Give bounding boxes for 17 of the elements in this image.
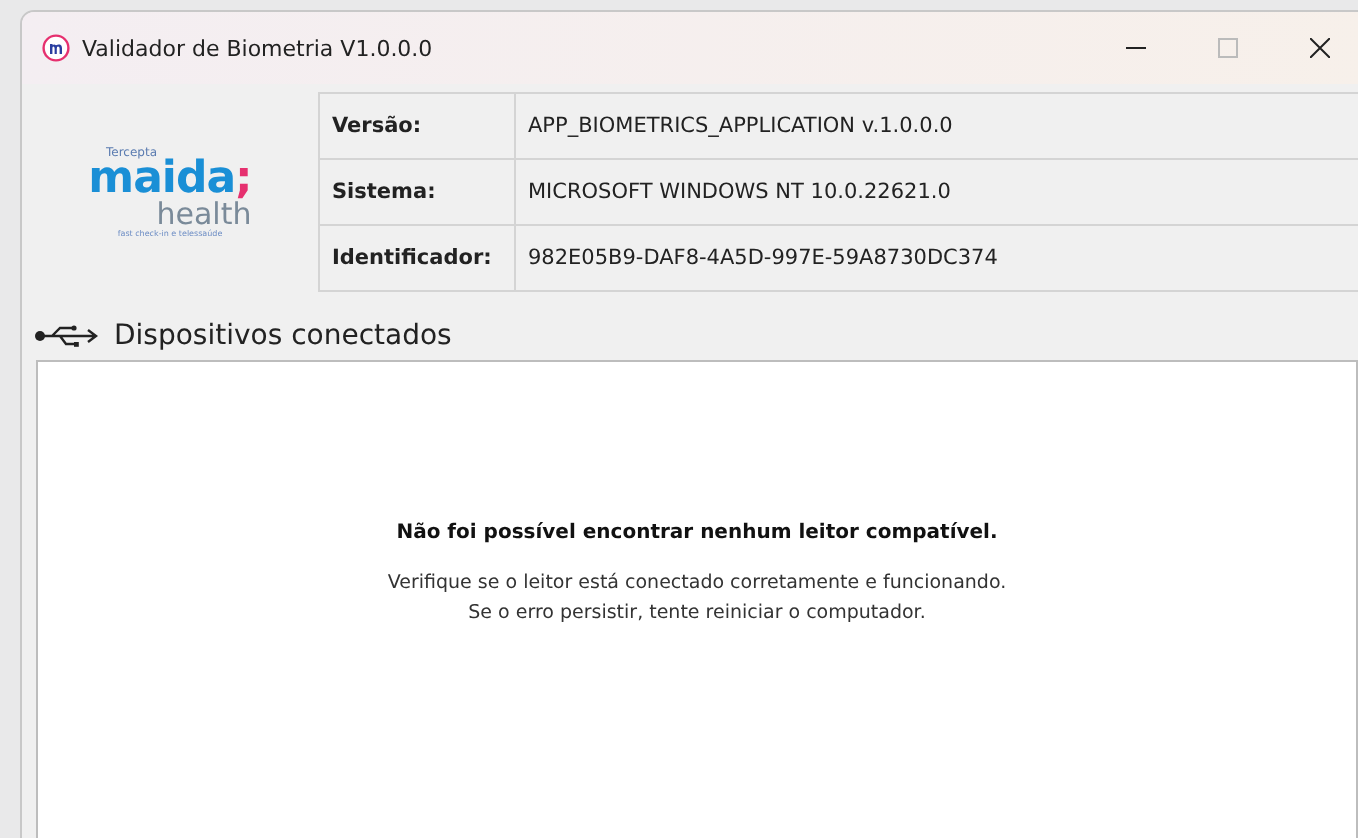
maximize-icon [1218,38,1238,58]
info-value: 982E05B9-DAF8-4A5D-997E-59A8730DC374 [516,226,1358,292]
info-value: APP_BIOMETRICS_APPLICATION v.1.0.0.0 [516,94,1358,160]
window-title: Validador de Biometria V1.0.0.0 [82,35,435,61]
error-message: Se o erro persistir, tente reiniciar o computador. [468,600,926,628]
info-label: Identificador: [320,226,516,292]
app-icon [42,34,70,62]
info-value: MICROSOFT WINDOWS NT 10.0.22621.0 [516,160,1358,226]
section-heading: Dispositivos conectados [114,320,452,352]
error-message: Verifique se o leitor está conectado corretamente e funcionando. [387,570,1007,598]
error-title: Não foi possível encontrar nenhum leitor compatível. [396,522,998,544]
logo-subtitle: health [156,200,252,228]
usb-icon [34,324,102,348]
close-icon [1310,38,1330,58]
logo-wordmark: maida; [88,160,252,200]
info-label: Versão: [320,94,516,160]
info-label: Sistema: [320,160,516,226]
